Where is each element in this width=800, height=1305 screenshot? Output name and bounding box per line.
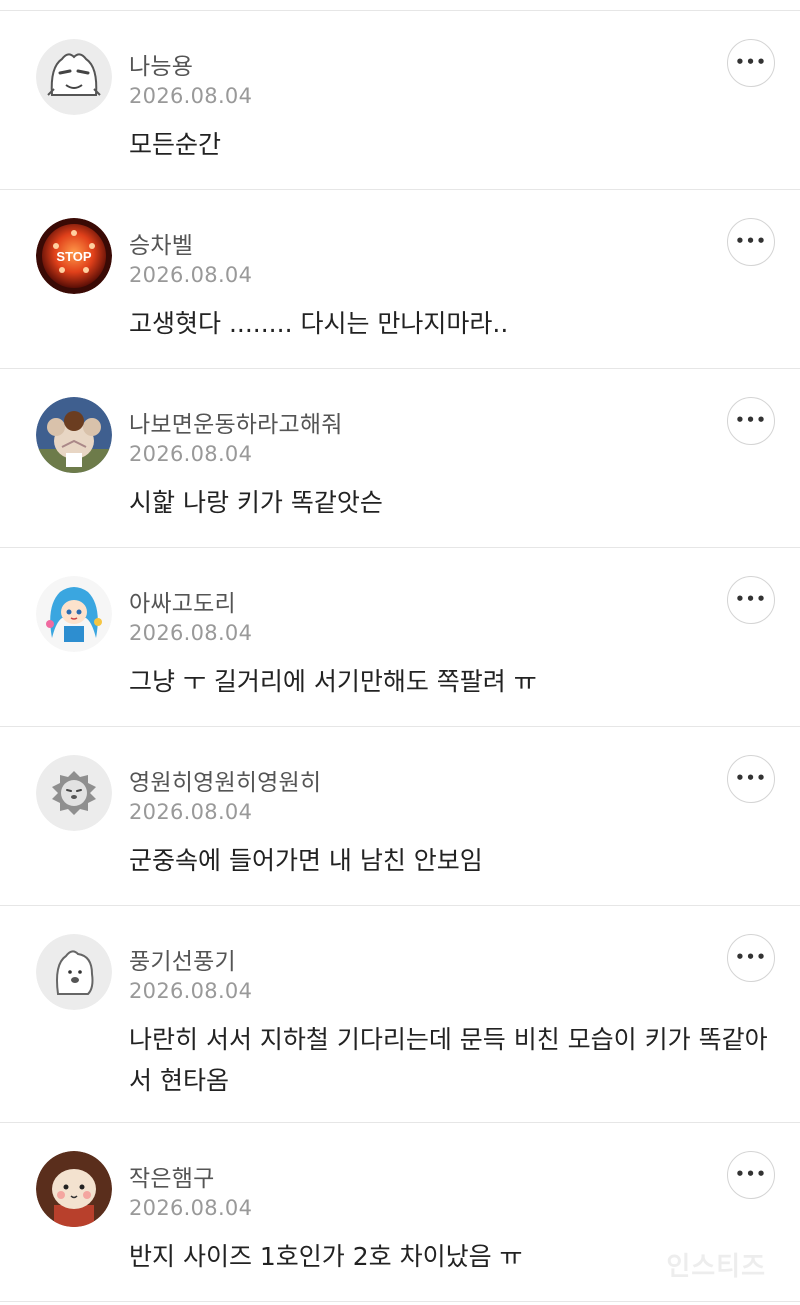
more-options-button[interactable]: ••• (727, 1151, 775, 1199)
comment-text: 모든순간 (129, 130, 222, 159)
comment-text: 시핥 나랑 키가 똑같앗슨 (129, 488, 383, 517)
comment-author[interactable]: 영원히영원히영원히 (129, 763, 321, 797)
comment-item: STOP 승차벨 2026.08.04 고생혓다 ........ 다시는 만나… (0, 190, 800, 369)
comment-date: 2026.08.04 (129, 1196, 253, 1220)
svg-text:STOP: STOP (56, 249, 91, 264)
more-options-button[interactable]: ••• (727, 576, 775, 624)
more-options-button[interactable]: ••• (727, 39, 775, 87)
stop-button-icon[interactable]: STOP (36, 218, 112, 294)
comment-author[interactable]: 아싸고도리 (129, 584, 236, 618)
comment-date: 2026.08.04 (129, 979, 253, 1003)
more-options-button[interactable]: ••• (727, 218, 775, 266)
gray-cat-character-icon[interactable] (36, 39, 112, 115)
comment-date: 2026.08.04 (129, 263, 253, 287)
comment-date: 2026.08.04 (129, 84, 253, 108)
hamster-character-icon[interactable] (36, 1151, 112, 1227)
comment-text: 군중속에 들어가면 내 남친 안보임 (129, 846, 483, 875)
comment-item: 아싸고도리 2026.08.04 그냥 ㅜ 길거리에 서기만해도 쪽팔려 ㅠ •… (0, 548, 800, 727)
comment-item: 나능용 2026.08.04 모든순간 ••• (0, 11, 800, 190)
comment-date: 2026.08.04 (129, 800, 253, 824)
blue-hair-girl-icon[interactable] (36, 576, 112, 652)
lion-face-icon[interactable] (36, 755, 112, 831)
comment-item: 풍기선풍기 2026.08.04 나란히 서서 지하철 기다리는데 문득 비친 … (0, 906, 800, 1123)
comment-date: 2026.08.04 (129, 621, 253, 645)
comment-text: 그냥 ㅜ 길거리에 서기만해도 쪽팔려 ㅠ (129, 667, 537, 696)
comment-author[interactable]: 나보면운동하라고해줘 (129, 405, 343, 439)
comment-list: 나능용 2026.08.04 모든순간 ••• STOP 승차벨 2026.08… (0, 11, 800, 1302)
comment-item: 나보면운동하라고해줘 2026.08.04 시핥 나랑 키가 똑같앗슨 ••• (0, 369, 800, 548)
comment-item: 영원히영원히영원히 2026.08.04 군중속에 들어가면 내 남친 안보임 … (0, 727, 800, 906)
more-options-button[interactable]: ••• (727, 397, 775, 445)
more-options-button[interactable]: ••• (727, 934, 775, 982)
comment-author[interactable]: 작은햄구 (129, 1159, 214, 1193)
site-watermark: 인스티즈 (666, 1252, 766, 1282)
comment-author[interactable]: 풍기선풍기 (129, 942, 236, 976)
comment-author[interactable]: 승차벨 (129, 226, 193, 260)
muscle-character-icon[interactable] (36, 397, 112, 473)
comment-author[interactable]: 나능용 (129, 47, 193, 81)
blob-character-icon[interactable] (36, 934, 112, 1010)
comment-date: 2026.08.04 (129, 442, 253, 466)
more-options-button[interactable]: ••• (727, 755, 775, 803)
comment-text: 고생혓다 ........ 다시는 만나지마라.. (129, 309, 509, 338)
comment-text: 나란히 서서 지하철 기다리는데 문득 비친 모습이 키가 똑같아서 현타옴 (129, 1025, 768, 1095)
